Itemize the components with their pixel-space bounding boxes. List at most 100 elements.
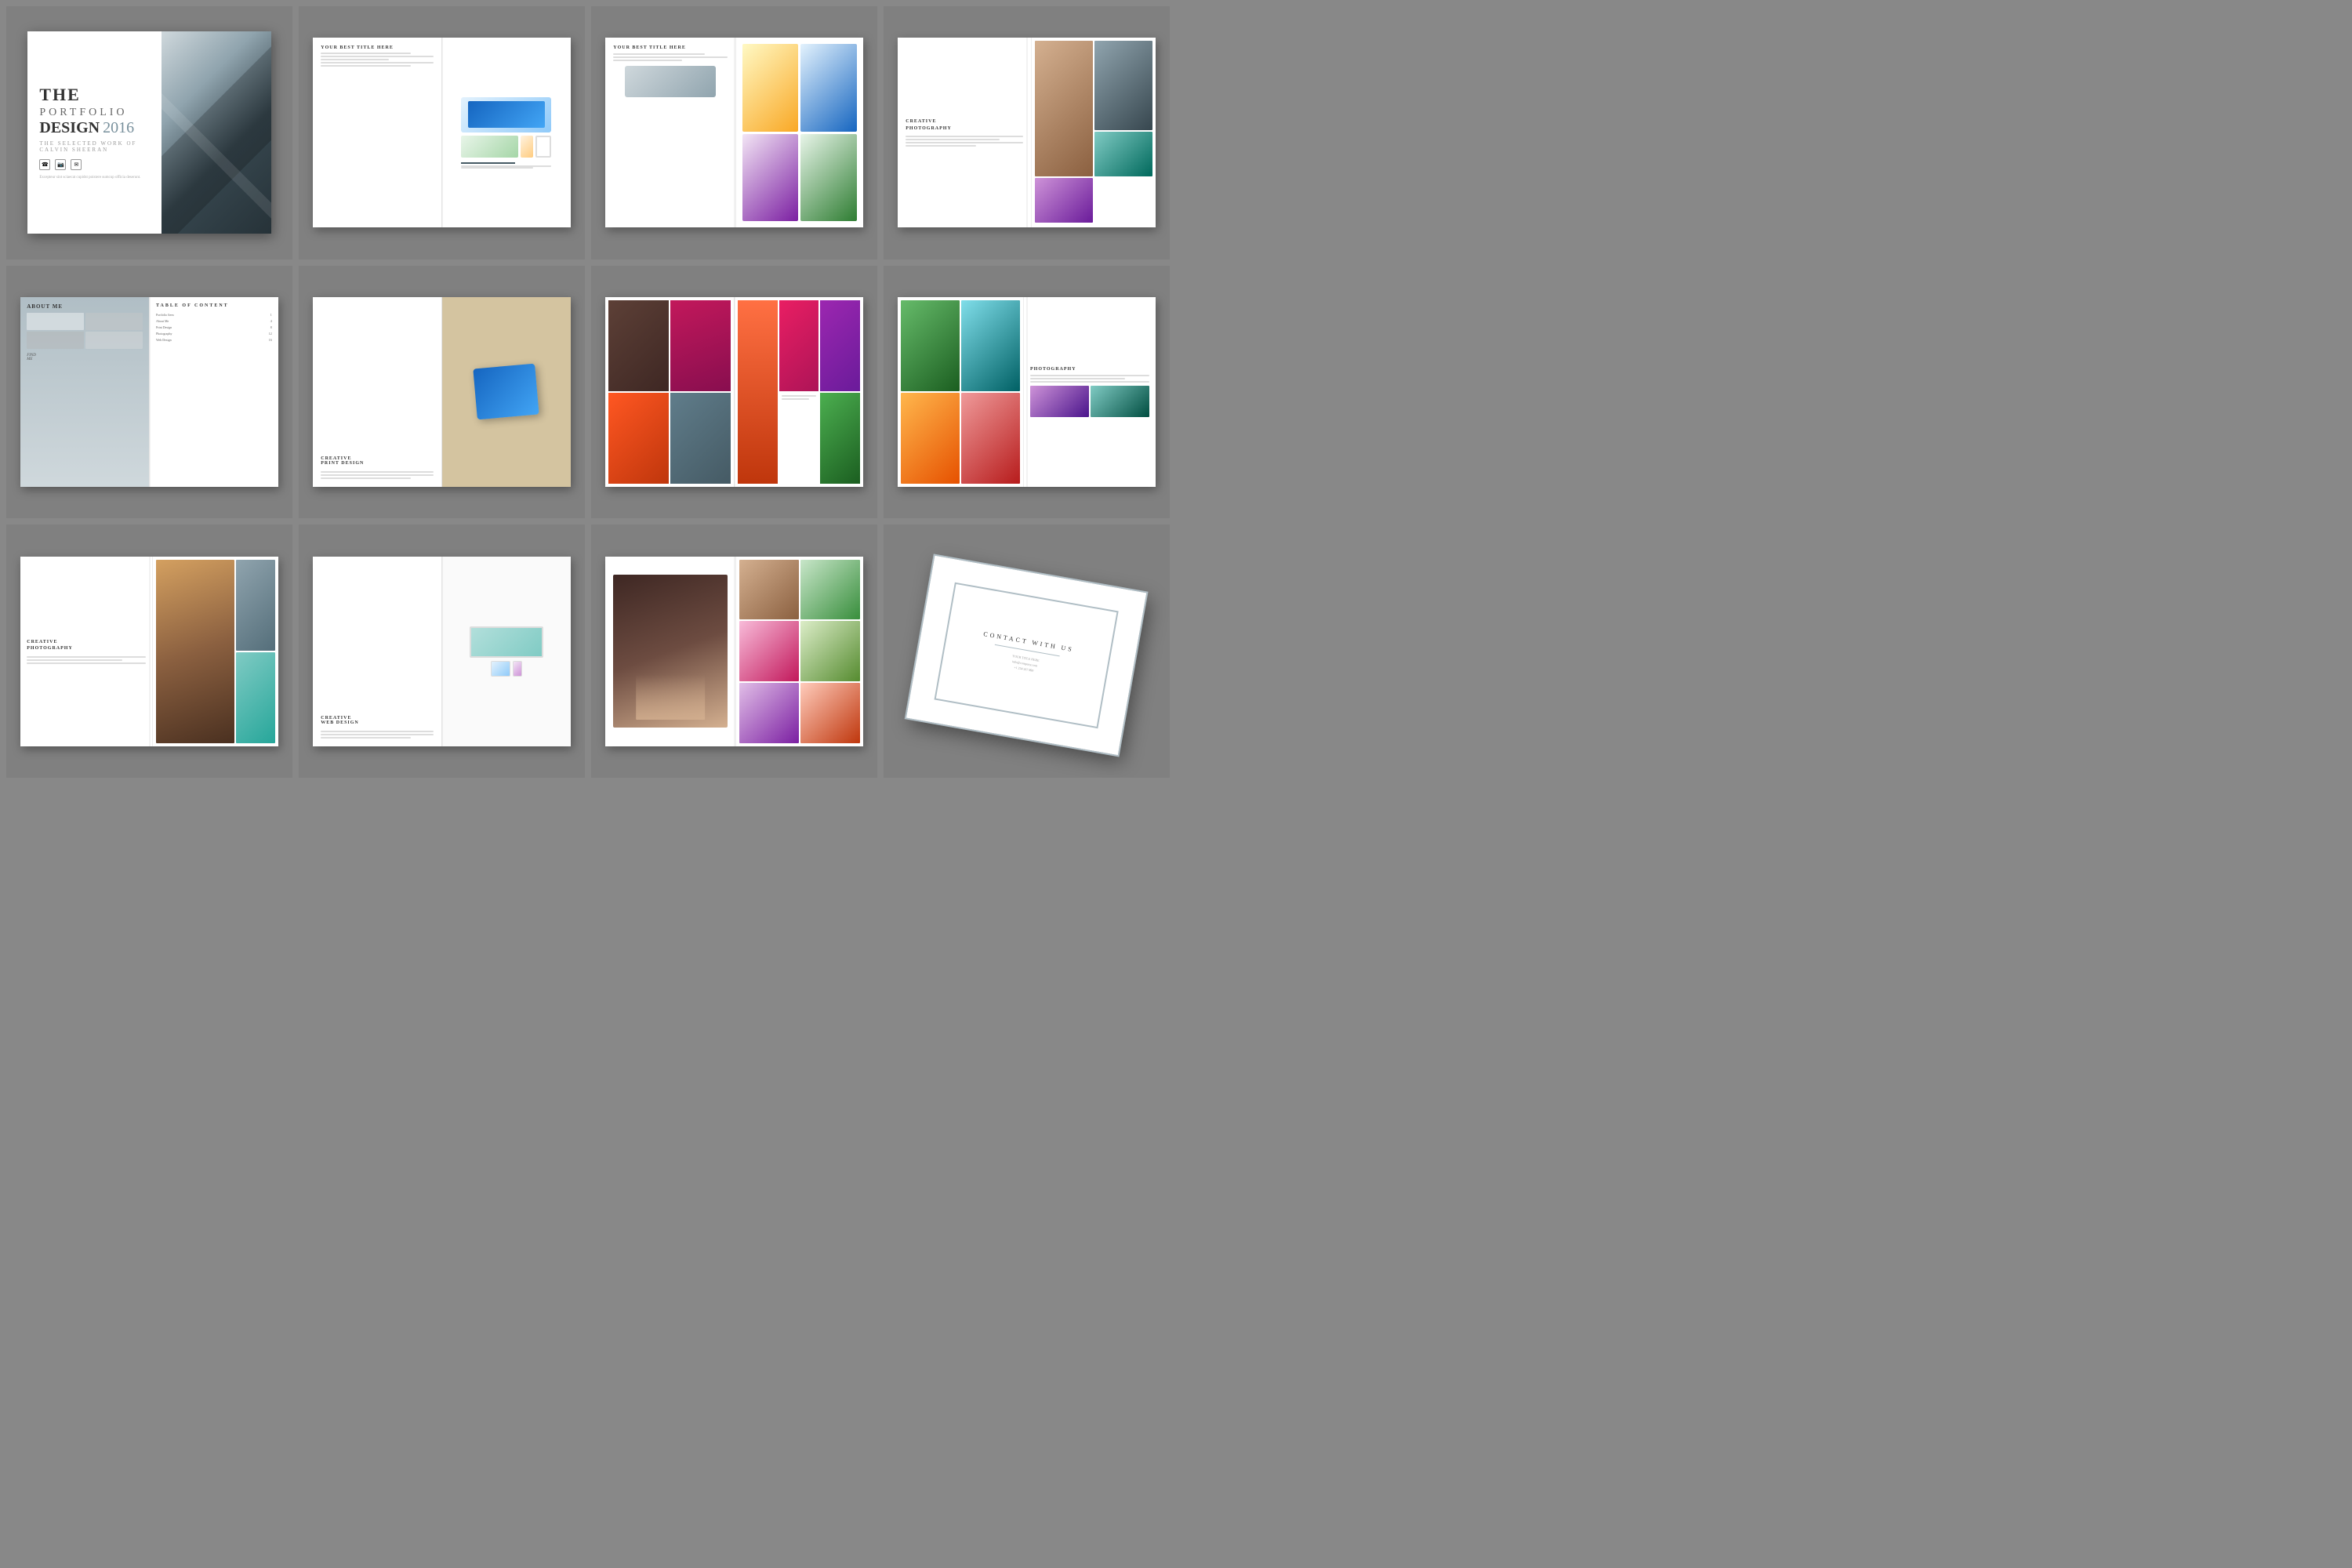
wedding-left [605, 557, 736, 746]
camera-icon: 📷 [55, 159, 66, 170]
wedding-img-4 [800, 621, 860, 681]
wedding-img-1 [739, 560, 799, 620]
wedding-main-photo [613, 575, 728, 728]
nature-thumb-grid [1030, 386, 1149, 417]
toc-line-2: About Me 4 [156, 319, 272, 323]
text-line [321, 56, 434, 57]
toc-item-3: Print Design [156, 325, 172, 329]
fashion-img-4 [670, 393, 731, 484]
fashion-img-7 [820, 300, 860, 391]
device-img-1 [742, 44, 798, 131]
photo-main [1035, 41, 1093, 176]
cell-wedding [591, 524, 877, 778]
text-line [321, 53, 411, 54]
contact-subtitle: YOUR TITLE HEREinfo@company.com+1 234 56… [1010, 653, 1040, 674]
tech-page-right [442, 38, 571, 227]
photo-col-right [236, 560, 275, 743]
nature-img-4 [961, 393, 1020, 484]
text-line [321, 474, 434, 476]
nature-right: PHOTOGRAPHY [1024, 297, 1156, 487]
screen-display [468, 101, 545, 128]
web-right [442, 557, 571, 746]
text-line [613, 60, 681, 61]
text-line [461, 167, 533, 169]
nature-text [1030, 375, 1149, 383]
tech-spread-2: YOUR BEST TITLE HERE [605, 38, 863, 227]
fashion-text [779, 393, 819, 484]
text-line [1030, 381, 1149, 383]
text-line [906, 139, 1000, 140]
fashion-img-2 [670, 300, 731, 391]
cover-design-text: DESIGN [39, 119, 100, 136]
toc-line-1: Portfolio Item 1 [156, 313, 272, 317]
text-line [321, 731, 434, 732]
tech2-title: YOUR BEST TITLE HERE [613, 45, 728, 50]
tablet-web [491, 661, 510, 677]
nature-img-1 [901, 300, 960, 391]
cell-photography: CREATIVEPHOTOGRAPHY [6, 524, 292, 778]
about-heading: ABOUT ME [27, 303, 143, 310]
nature-img-2 [961, 300, 1020, 391]
text-line [27, 662, 146, 664]
tech2-text [613, 53, 728, 61]
cell-fashion-1 [591, 266, 877, 519]
nature-left [898, 297, 1024, 487]
fashion-img-5 [779, 300, 819, 391]
text-line [321, 737, 411, 739]
wedding-img-3 [739, 621, 799, 681]
text-line [782, 395, 817, 397]
cell-print: CREATIVEPRINT DESIGN [299, 266, 585, 519]
device-img-3 [742, 134, 798, 222]
cell-tech-1: YOUR BEST TITLE HERE [299, 6, 585, 260]
cell-cover: THE PORTFOLIO DESIGN 2016 THE SELECTED W… [6, 6, 292, 260]
photo-text [27, 656, 146, 664]
device-laptop [461, 97, 551, 132]
device-phone [521, 136, 533, 158]
main-grid: THE PORTFOLIO DESIGN 2016 THE SELECTED W… [0, 0, 1176, 784]
photo-sm-3 [1035, 178, 1093, 223]
about-name: FINDME [27, 354, 143, 361]
nature-thumb-2 [1091, 386, 1149, 417]
about-photo-grid [27, 313, 143, 349]
tech-text-lines [321, 53, 434, 67]
cell-photo-text: CREATIVEPHOTOGRAPHY [884, 6, 1170, 260]
wedding-right [736, 557, 863, 746]
print-left: CREATIVEPRINT DESIGN [313, 297, 442, 487]
text-line [1030, 378, 1125, 379]
toc-num-4: 12 [269, 332, 272, 336]
wedding-img-5 [739, 683, 799, 743]
nature-img-3 [901, 393, 960, 484]
print-text [321, 471, 434, 479]
tech2-left: YOUR BEST TITLE HERE [605, 38, 736, 227]
wedding-overlay [636, 674, 705, 720]
toc-item-1: Portfolio Item [156, 313, 174, 317]
cell-nature-1: PHOTOGRAPHY [884, 266, 1170, 519]
text-line [321, 65, 411, 67]
contact-book: CONTACT WITH US YOUR TITLE HEREinfo@comp… [906, 556, 1146, 755]
landscape-sm-2 [236, 652, 275, 743]
fashion-img-8 [820, 393, 860, 484]
profile-photo-1 [27, 313, 84, 330]
cover-icons-row: ☎ 📷 ✉ [39, 159, 150, 170]
cell-about: ABOUT ME FINDME TABLE OF CONTENT Portfol… [6, 266, 292, 519]
fashion-spread-1 [605, 297, 863, 487]
wedding-spread [605, 557, 863, 746]
monitor-mockup [470, 626, 543, 658]
text-line [906, 145, 976, 147]
about-spread: ABOUT ME FINDME TABLE OF CONTENT Portfol… [20, 297, 278, 487]
cell-tech-2: YOUR BEST TITLE HERE [591, 6, 877, 260]
bar-accent [461, 162, 515, 164]
about-left: ABOUT ME FINDME [20, 297, 150, 487]
toc-num-5: 16 [269, 338, 272, 342]
print-right [442, 297, 571, 487]
fashion-img-6 [738, 300, 778, 484]
landscape-main [156, 560, 234, 743]
text-line [27, 659, 122, 661]
fashion-right [735, 297, 863, 487]
cover-the-text: THE [39, 85, 80, 104]
creative-photo-spread: CREATIVEPHOTOGRAPHY [898, 38, 1156, 227]
text-line [906, 136, 1023, 137]
web-text [321, 731, 434, 739]
about-right: TABLE OF CONTENT Portfolio Item 1 About … [150, 297, 278, 487]
toc-item-4: Photography [156, 332, 172, 336]
